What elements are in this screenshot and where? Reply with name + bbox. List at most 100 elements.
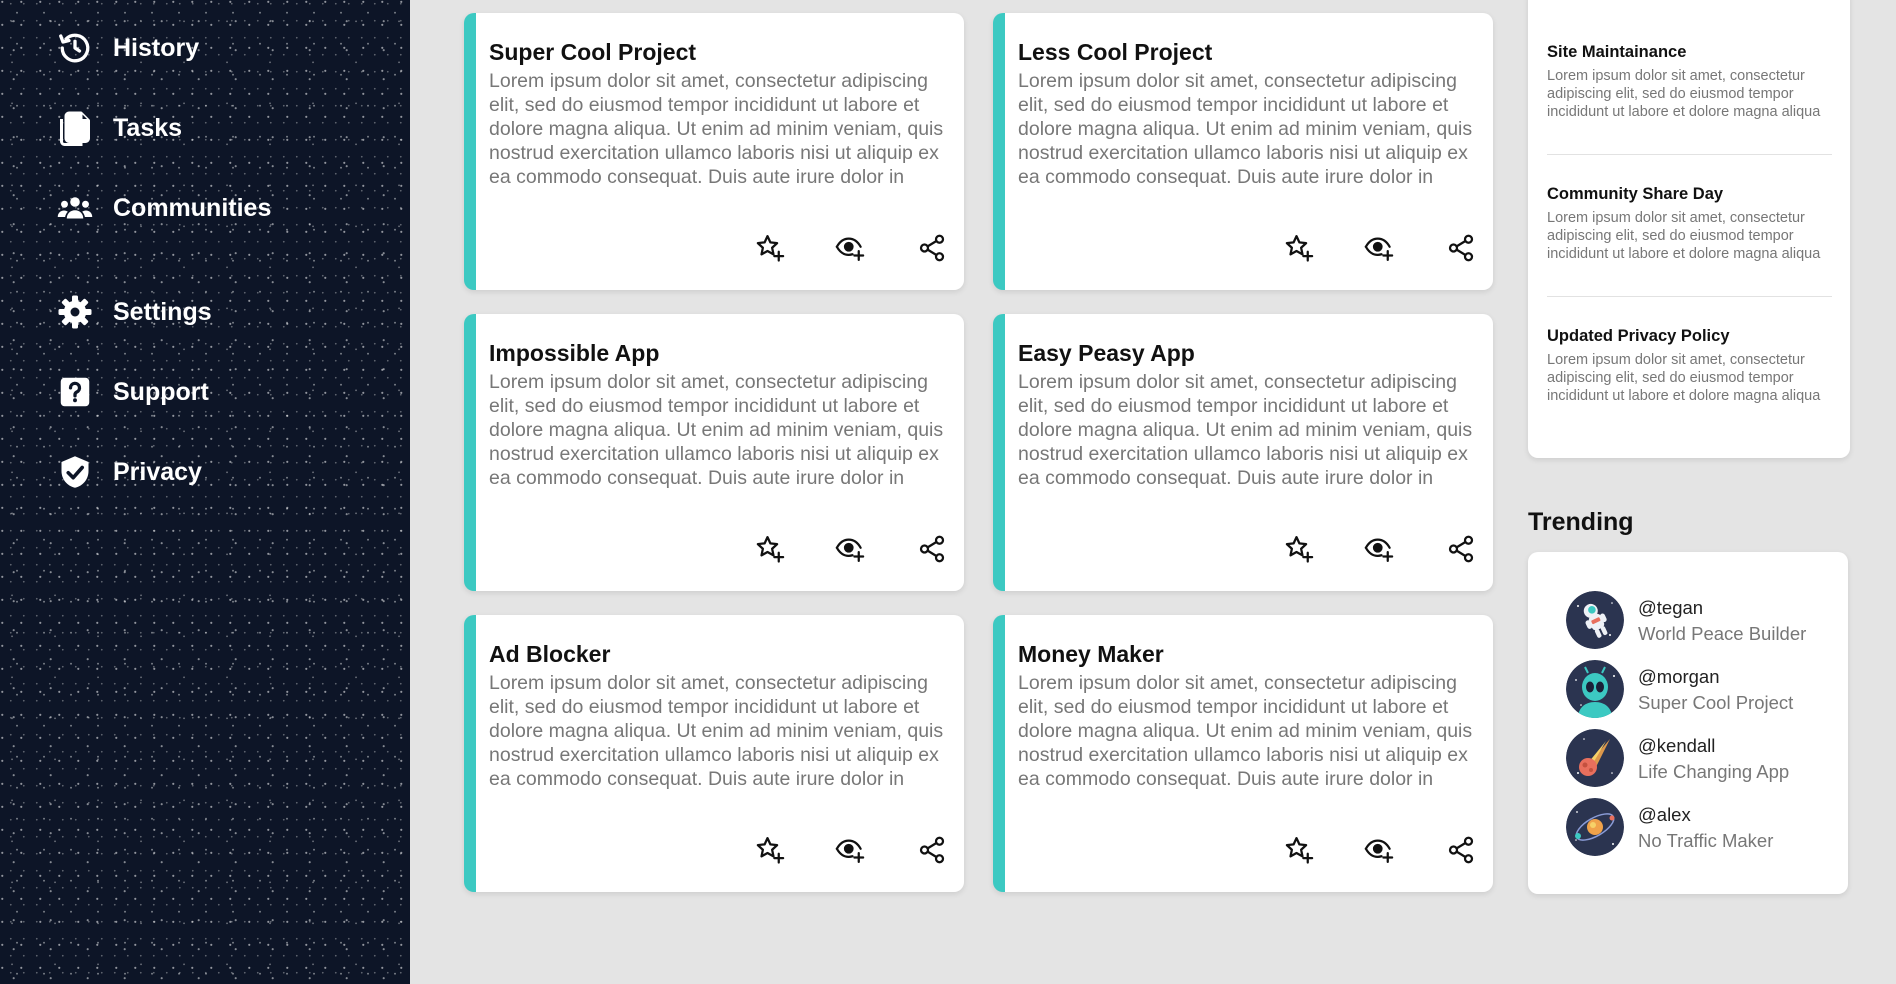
star-plus-icon	[756, 837, 785, 864]
project-title: Less Cool Project	[1018, 39, 1213, 65]
trending-user[interactable]: @morgan Super Cool Project	[1566, 660, 1836, 718]
card-actions	[476, 529, 964, 569]
trending-project: No Traffic Maker	[1638, 830, 1774, 851]
project-description: Lorem ipsum dolor sit amet, consectetur …	[1018, 371, 1473, 489]
announcement-item[interactable]: Community Share Day Lorem ipsum dolor si…	[1547, 184, 1832, 263]
share-icon	[1448, 535, 1474, 563]
sidebar-item-label: Support	[113, 377, 209, 406]
document-icon	[56, 109, 94, 147]
project-card: Super Cool Project Lorem ipsum dolor sit…	[464, 13, 964, 290]
divider	[1547, 296, 1832, 297]
sidebar-item-label: Tasks	[113, 113, 183, 142]
comet-avatar	[1566, 729, 1624, 787]
project-card: Easy Peasy App Lorem ipsum dolor sit ame…	[993, 314, 1493, 591]
announcement-body: Lorem ipsum dolor sit amet, consectetur …	[1547, 352, 1821, 404]
announcement-title: Community Share Day	[1547, 185, 1724, 203]
announcement-item[interactable]: Updated Privacy Policy Lorem ipsum dolor…	[1547, 326, 1832, 405]
announcement-body: Lorem ipsum dolor sit amet, consectetur …	[1547, 68, 1821, 120]
trending-heading: Trending	[1528, 508, 1634, 536]
alien-avatar	[1566, 660, 1624, 718]
trending-handle: @kendall	[1638, 735, 1716, 756]
watch-button[interactable]	[834, 834, 866, 866]
trending-handle: @alex	[1638, 804, 1691, 825]
share-icon	[1448, 234, 1474, 262]
project-card: Impossible App Lorem ipsum dolor sit ame…	[464, 314, 964, 591]
star-plus-icon	[756, 235, 785, 262]
watch-button[interactable]	[1363, 834, 1395, 866]
watch-button[interactable]	[1363, 533, 1395, 565]
watch-button[interactable]	[834, 533, 866, 565]
share-button[interactable]	[1445, 834, 1477, 866]
eye-plus-icon	[1364, 237, 1394, 261]
project-card: Money Maker Lorem ipsum dolor sit amet, …	[993, 615, 1493, 892]
card-actions	[476, 830, 964, 870]
eye-plus-icon	[1364, 538, 1394, 562]
sidebar-item-label: History	[113, 33, 200, 62]
sidebar-item-label: Communities	[113, 193, 272, 222]
star-plus-icon	[1285, 837, 1314, 864]
project-title: Impossible App	[489, 340, 660, 366]
history-icon	[56, 29, 94, 67]
planet-avatar	[1566, 798, 1624, 856]
eye-plus-icon	[1364, 839, 1394, 863]
project-description: Lorem ipsum dolor sit amet, consectetur …	[489, 371, 944, 489]
gear-icon	[56, 293, 94, 331]
share-icon	[919, 836, 945, 864]
trending-user[interactable]: @tegan World Peace Builder	[1566, 591, 1836, 649]
share-icon	[919, 234, 945, 262]
share-button[interactable]	[916, 834, 948, 866]
project-title: Easy Peasy App	[1018, 340, 1195, 366]
favorite-button[interactable]	[754, 533, 786, 565]
sidebar: History Tasks Communities Settings Suppo…	[0, 0, 410, 984]
sidebar-item-label: Privacy	[113, 457, 202, 486]
favorite-button[interactable]	[1283, 533, 1315, 565]
favorite-button[interactable]	[754, 834, 786, 866]
eye-plus-icon	[835, 839, 865, 863]
sidebar-item-label: Settings	[113, 297, 212, 326]
share-button[interactable]	[916, 533, 948, 565]
favorite-button[interactable]	[1283, 232, 1315, 264]
help-icon	[56, 373, 94, 411]
share-button[interactable]	[1445, 232, 1477, 264]
trending-handle: @tegan	[1638, 597, 1704, 618]
project-description: Lorem ipsum dolor sit amet, consectetur …	[1018, 70, 1473, 188]
announcement-body: Lorem ipsum dolor sit amet, consectetur …	[1547, 210, 1821, 262]
eye-plus-icon	[835, 237, 865, 261]
star-plus-icon	[1285, 235, 1314, 262]
watch-button[interactable]	[834, 232, 866, 264]
star-plus-icon	[1285, 536, 1314, 563]
favorite-button[interactable]	[754, 232, 786, 264]
star-plus-icon	[756, 536, 785, 563]
trending-user[interactable]: @alex No Traffic Maker	[1566, 798, 1836, 856]
sidebar-item-support[interactable]: Support	[56, 367, 209, 417]
project-card: Ad Blocker Lorem ipsum dolor sit amet, c…	[464, 615, 964, 892]
sidebar-item-history[interactable]: History	[56, 23, 199, 73]
project-description: Lorem ipsum dolor sit amet, consectetur …	[489, 672, 944, 790]
project-card: Less Cool Project Lorem ipsum dolor sit …	[993, 13, 1493, 290]
announcements-card: Site Maintainance Lorem ipsum dolor sit …	[1528, 0, 1850, 458]
announcement-item[interactable]: Site Maintainance Lorem ipsum dolor sit …	[1547, 42, 1832, 121]
project-description: Lorem ipsum dolor sit amet, consectetur …	[1018, 672, 1473, 790]
share-button[interactable]	[1445, 533, 1477, 565]
sidebar-item-settings[interactable]: Settings	[56, 287, 212, 337]
trending-user[interactable]: @kendall Life Changing App	[1566, 729, 1836, 787]
project-title: Money Maker	[1018, 641, 1164, 667]
card-actions	[1005, 228, 1493, 268]
card-actions	[1005, 830, 1493, 870]
project-title: Ad Blocker	[489, 641, 611, 667]
sidebar-item-privacy[interactable]: Privacy	[56, 447, 202, 497]
trending-card: @tegan World Peace Builder @morgan Super…	[1528, 552, 1848, 894]
sidebar-item-communities[interactable]: Communities	[56, 183, 271, 233]
trending-project: Life Changing App	[1638, 761, 1790, 782]
announcement-title: Site Maintainance	[1547, 43, 1687, 61]
card-actions	[1005, 529, 1493, 569]
share-icon	[919, 535, 945, 563]
trending-project: Super Cool Project	[1638, 692, 1794, 713]
shield-check-icon	[56, 453, 94, 491]
sidebar-item-tasks[interactable]: Tasks	[56, 103, 182, 153]
card-actions	[476, 228, 964, 268]
announcement-title: Updated Privacy Policy	[1547, 327, 1730, 345]
watch-button[interactable]	[1363, 232, 1395, 264]
favorite-button[interactable]	[1283, 834, 1315, 866]
share-button[interactable]	[916, 232, 948, 264]
